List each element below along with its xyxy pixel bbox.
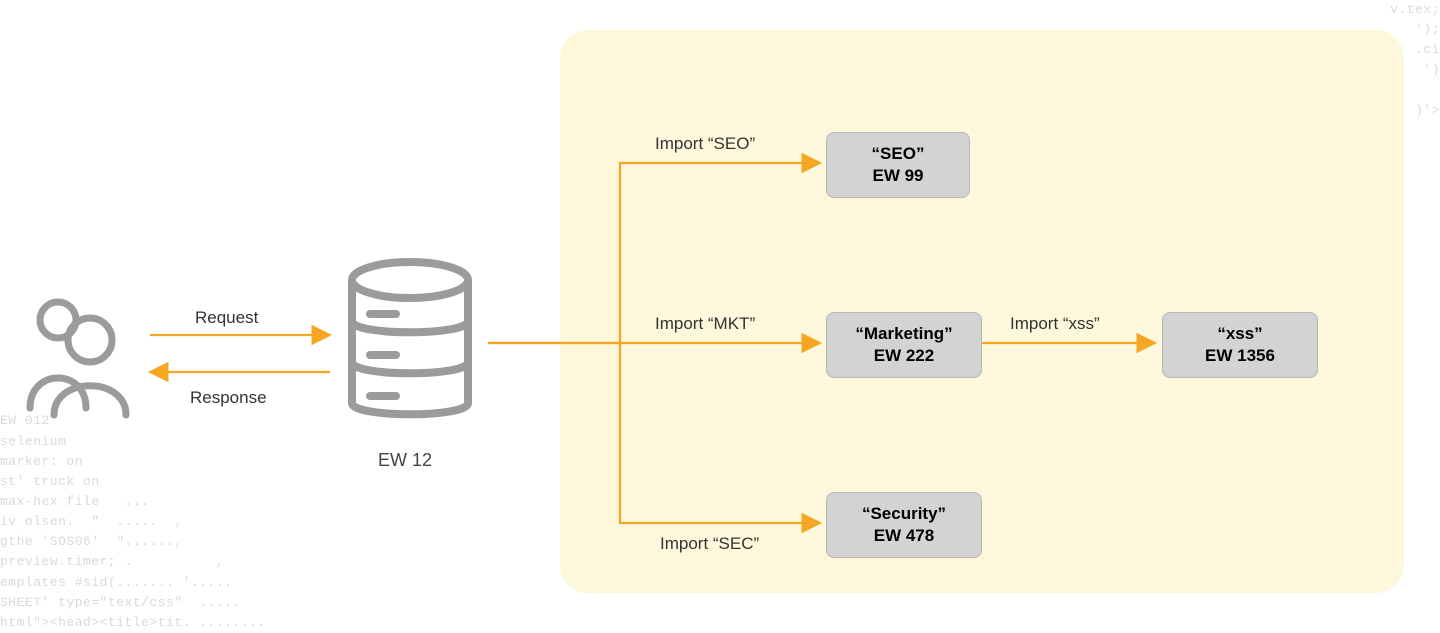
module-seo-id: EW 99	[839, 165, 957, 187]
label-import-xss: Import “xss”	[1010, 314, 1100, 334]
module-mkt-name: “Marketing”	[839, 323, 969, 345]
module-security: “Security” EW 478	[826, 492, 982, 558]
module-marketing: “Marketing” EW 222	[826, 312, 982, 378]
label-import-seo: Import “SEO”	[655, 134, 755, 154]
module-sec-name: “Security”	[839, 503, 969, 525]
module-seo: “SEO” EW 99	[826, 132, 970, 198]
module-xss-id: EW 1356	[1175, 345, 1305, 367]
arrow-import-sec	[620, 343, 820, 523]
label-response: Response	[190, 388, 267, 408]
label-import-mkt: Import “MKT”	[655, 314, 755, 334]
module-sec-id: EW 478	[839, 525, 969, 547]
module-seo-name: “SEO”	[839, 143, 957, 165]
module-mkt-id: EW 222	[839, 345, 969, 367]
label-request: Request	[195, 308, 258, 328]
label-import-sec: Import “SEC”	[660, 534, 759, 554]
module-xss: “xss” EW 1356	[1162, 312, 1318, 378]
database-caption: EW 12	[378, 450, 432, 471]
module-xss-name: “xss”	[1175, 323, 1305, 345]
